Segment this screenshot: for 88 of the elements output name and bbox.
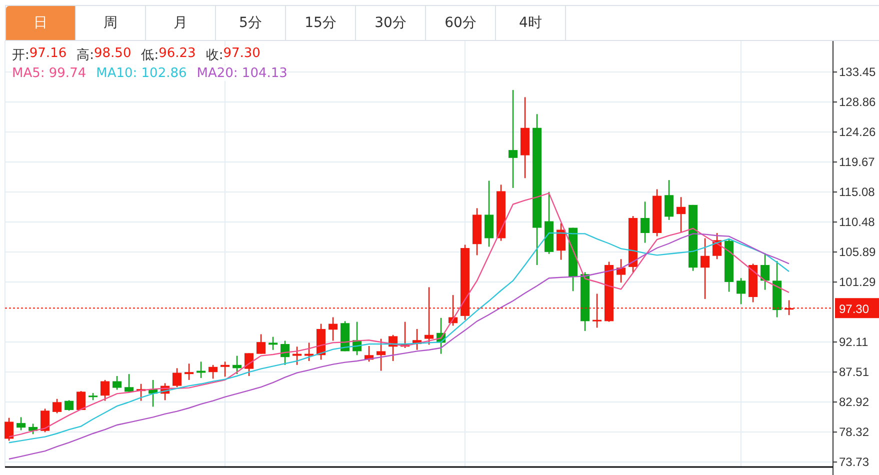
candlestick (592, 294, 602, 328)
y-axis-label: 110.48 (839, 215, 875, 230)
ohlc-value: 98.50 (94, 46, 132, 63)
candlestick (760, 253, 770, 290)
candlestick (472, 208, 482, 256)
candlestick (64, 400, 74, 411)
candlestick (268, 336, 278, 350)
candlestick (424, 287, 434, 345)
ohlc-label: 高: (76, 47, 94, 64)
candlestick (220, 362, 230, 377)
candlestick (700, 238, 710, 299)
candlestick (640, 202, 650, 243)
candlestick (628, 216, 638, 273)
y-axis-label: 119.67 (839, 155, 875, 170)
candlestick (52, 398, 62, 414)
candlestick (184, 364, 194, 380)
ref-line-label: 97.30 (839, 302, 870, 316)
candlestick (4, 418, 14, 441)
candlestick (244, 353, 254, 376)
candlestick (40, 408, 50, 432)
candlestick (436, 318, 446, 354)
candlestick (724, 238, 734, 292)
candlestick (256, 334, 266, 354)
candlestick (172, 368, 182, 388)
y-axis-label: 87.51 (839, 365, 870, 380)
y-axis-label: 73.73 (839, 455, 870, 470)
candlestick (232, 356, 242, 374)
candlestick (448, 295, 458, 326)
candlestick (484, 180, 494, 247)
candlestick (88, 393, 98, 400)
ohlc-label: 低: (141, 47, 159, 64)
candlestick (544, 192, 554, 254)
candlestick (736, 278, 746, 304)
candlestick (568, 228, 578, 292)
y-axis-label: 92.11 (839, 335, 868, 349)
candlestick (100, 380, 110, 401)
candlestick (280, 340, 290, 365)
candlestick (748, 264, 758, 302)
ohlc-label: 开: (12, 47, 30, 64)
moving-average-legend: MA20: 104.13 (196, 66, 288, 81)
candlestick (688, 204, 698, 271)
y-axis-label: 82.92 (839, 395, 870, 410)
ohlc-value: 96.23 (158, 46, 196, 63)
y-axis-label: 78.32 (839, 425, 870, 440)
candlestick (340, 321, 350, 352)
candlestick (616, 259, 626, 283)
candlestick (28, 424, 38, 434)
candlestick (76, 391, 86, 410)
candlestick (352, 322, 362, 356)
y-axis-label: 101.29 (839, 275, 876, 290)
ohlc-label: 收: (206, 47, 224, 64)
candlestick (676, 197, 686, 233)
candlestick (580, 272, 590, 331)
candlestick (148, 380, 158, 407)
candlestick (772, 261, 782, 318)
y-axis-label: 105.89 (839, 245, 876, 259)
candlestick (604, 262, 614, 322)
ohlc-value: 97.30 (223, 46, 260, 63)
candlestick (16, 417, 26, 430)
last-price-label: 97.30 (835, 298, 879, 318)
y-axis-label: 115.08 (839, 185, 875, 199)
candlestick (328, 317, 338, 341)
candlestick (556, 223, 566, 260)
ohlc-value: 97.16 (29, 46, 67, 63)
y-axis-label: 133.45 (839, 65, 876, 80)
candlestick (496, 184, 506, 241)
candlestick (124, 374, 134, 393)
candlestick (376, 338, 386, 371)
candlestick (400, 322, 410, 348)
candlestick (304, 342, 314, 361)
candlestick (208, 364, 218, 379)
y-axis-label: 128.86 (839, 95, 876, 109)
moving-average-legend: MA5: 99.74 (12, 66, 86, 81)
y-axis-label: 124.26 (839, 125, 876, 140)
candlestick (652, 189, 662, 236)
candlestick (160, 383, 170, 400)
candlestick (196, 362, 206, 378)
candlestick (412, 329, 422, 350)
candlestick (316, 324, 326, 360)
candlestick (784, 300, 794, 316)
moving-average-legend: MA10: 102.86 (96, 66, 187, 81)
candlestick (364, 346, 374, 362)
candlestick (292, 346, 302, 365)
candlestick (136, 384, 146, 401)
candlestick (712, 233, 722, 260)
candlestick (112, 376, 122, 390)
candlestick (388, 334, 398, 361)
candlestick (664, 180, 674, 220)
